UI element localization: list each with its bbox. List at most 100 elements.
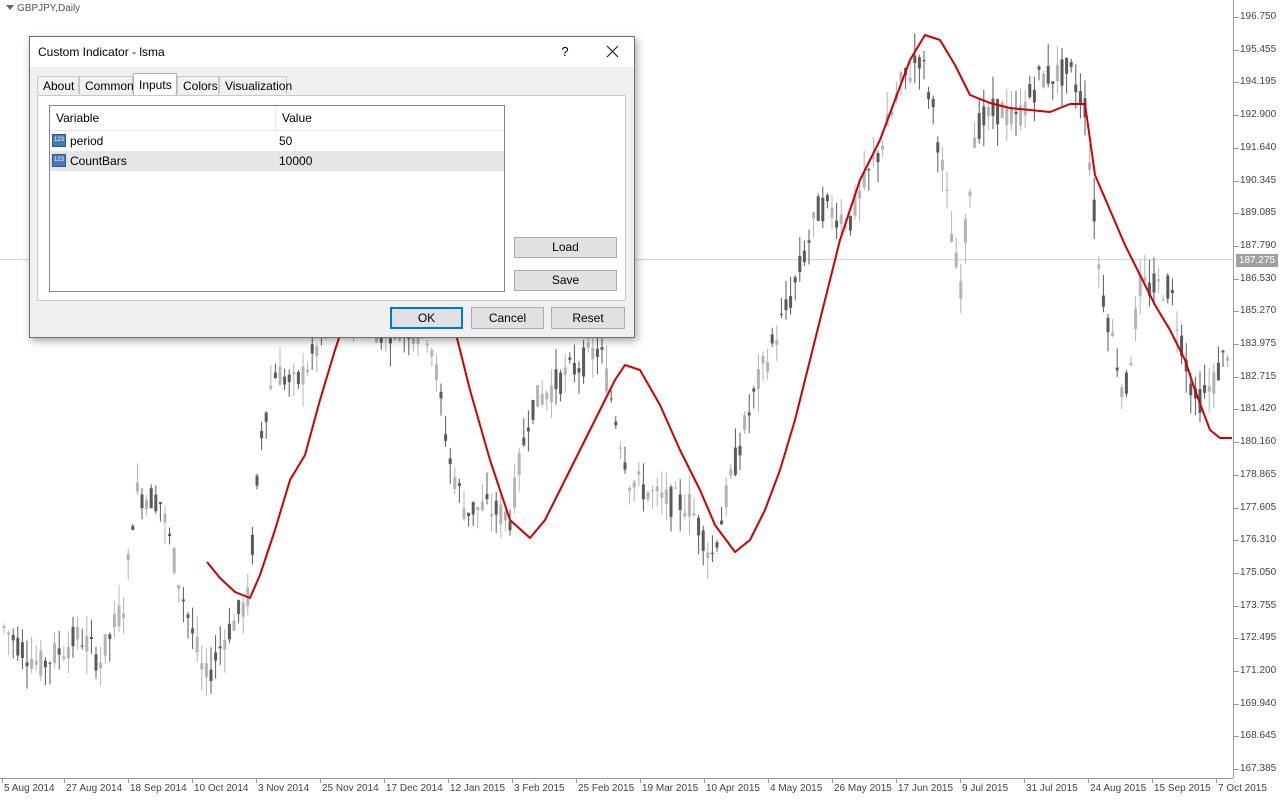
candle-body — [531, 400, 535, 420]
candle-body — [789, 296, 793, 308]
variable-name: period — [70, 134, 104, 148]
tab-inputs[interactable]: Inputs — [133, 73, 177, 95]
variable-value[interactable]: 50 — [279, 131, 292, 151]
candle-body — [30, 659, 34, 669]
tab-visualization[interactable]: Visualization — [219, 76, 292, 94]
candle-body — [232, 620, 236, 631]
candle-body — [1088, 162, 1092, 170]
candle-body — [76, 626, 80, 640]
price-tick — [1234, 540, 1239, 542]
candle-body — [1051, 81, 1055, 85]
cancel-button[interactable]: Cancel — [471, 307, 544, 329]
candle-body — [1216, 362, 1220, 381]
price-label: 172.495 — [1240, 632, 1277, 644]
price-tick — [1234, 507, 1239, 509]
candle-body — [559, 372, 563, 394]
dialog-titlebar[interactable]: Custom Indicator - lsma ? — [30, 37, 634, 67]
candle-body — [1226, 357, 1230, 361]
column-header-variable[interactable]: Variable — [50, 106, 275, 130]
tab-common[interactable]: Common — [79, 76, 134, 94]
candle-body — [20, 642, 24, 658]
candle-body — [48, 663, 52, 665]
candle-body — [1157, 279, 1161, 282]
price-tick — [1234, 442, 1239, 444]
time-tick — [896, 779, 897, 783]
dialog-title: Custom Indicator - lsma — [38, 45, 165, 59]
dropdown-triangle-icon — [6, 5, 14, 10]
tab-colors[interactable]: Colors — [177, 76, 219, 94]
price-tick — [1234, 638, 1239, 640]
candle-body — [669, 486, 673, 517]
candle-body — [540, 394, 544, 405]
help-button[interactable]: ? — [550, 37, 580, 67]
candle-body — [881, 145, 885, 150]
candle-body — [1175, 329, 1179, 331]
candle-body — [122, 613, 126, 618]
price-label: 191.640 — [1240, 141, 1277, 153]
candle-body — [784, 299, 788, 311]
time-label: 7 Oct 2015 — [1218, 783, 1267, 794]
candle-body — [1124, 372, 1128, 394]
candle-body — [108, 634, 112, 639]
candle-body — [931, 98, 935, 108]
candle-body — [34, 660, 38, 665]
candle-body — [692, 513, 696, 516]
candle-body — [430, 350, 434, 357]
candle-body — [99, 662, 103, 669]
time-label: 25 Nov 2014 — [322, 783, 379, 794]
candle-body — [839, 214, 843, 225]
candle-body — [306, 369, 310, 373]
inputs-list[interactable]: Variable Value 123 period 50 123 CountBa… — [49, 105, 505, 292]
input-row-period[interactable]: 123 period 50 — [50, 131, 504, 151]
candle-body — [485, 493, 489, 500]
integer-type-icon: 123 — [52, 134, 66, 147]
price-tick — [1234, 180, 1239, 182]
save-button[interactable]: Save — [514, 270, 617, 291]
candle-body — [701, 530, 705, 551]
candle-body — [191, 628, 195, 634]
candle-body — [766, 362, 770, 372]
price-tick — [1234, 245, 1239, 247]
candle-body — [655, 486, 659, 492]
candle-body — [922, 59, 926, 62]
price-label: 169.940 — [1240, 697, 1277, 709]
time-tick — [448, 779, 449, 783]
candle-body — [218, 646, 222, 649]
price-label: 176.310 — [1240, 534, 1277, 546]
time-label: 3 Feb 2015 — [514, 783, 565, 794]
reset-button[interactable]: Reset — [551, 307, 625, 329]
candle-body — [296, 371, 300, 384]
candle-body — [1115, 367, 1119, 371]
candle-body — [214, 652, 218, 661]
candle-body — [549, 385, 553, 402]
candle-body — [618, 447, 622, 449]
candle-body — [457, 483, 461, 486]
tab-about[interactable]: About — [37, 76, 79, 94]
candle-body — [434, 364, 438, 381]
load-button[interactable]: Load — [514, 237, 617, 258]
candle-body — [683, 512, 687, 517]
input-row-countbars[interactable]: 123 CountBars 10000 — [50, 151, 504, 171]
candle-body — [770, 334, 774, 344]
candle-body — [940, 159, 944, 171]
price-label: 194.195 — [1240, 76, 1277, 88]
price-label: 183.975 — [1240, 338, 1277, 349]
candle-body — [273, 372, 277, 379]
candle-body — [292, 372, 296, 375]
candle-body — [149, 488, 153, 509]
candle-body — [812, 212, 816, 219]
column-header-value[interactable]: Value — [276, 106, 504, 130]
ok-button[interactable]: OK — [390, 307, 463, 329]
price-tick — [1234, 605, 1239, 607]
candle-body — [1212, 371, 1216, 394]
candle-body — [43, 660, 47, 668]
candle-body — [1069, 62, 1073, 67]
candle-body — [1032, 90, 1036, 103]
time-label: 24 Aug 2015 — [1090, 783, 1147, 794]
time-axis[interactable]: 5 Aug 2014 27 Aug 2014 18 Sep 2014 10 Oct 2… — [0, 778, 1267, 801]
variable-value[interactable]: 10000 — [279, 151, 312, 171]
price-label: 168.645 — [1240, 730, 1277, 742]
close-button[interactable] — [596, 37, 630, 67]
candle-body — [568, 357, 572, 360]
price-axis[interactable]: 196.750 195.455 194.195 192.900 191.640 190.3… — [1233, 0, 1280, 778]
